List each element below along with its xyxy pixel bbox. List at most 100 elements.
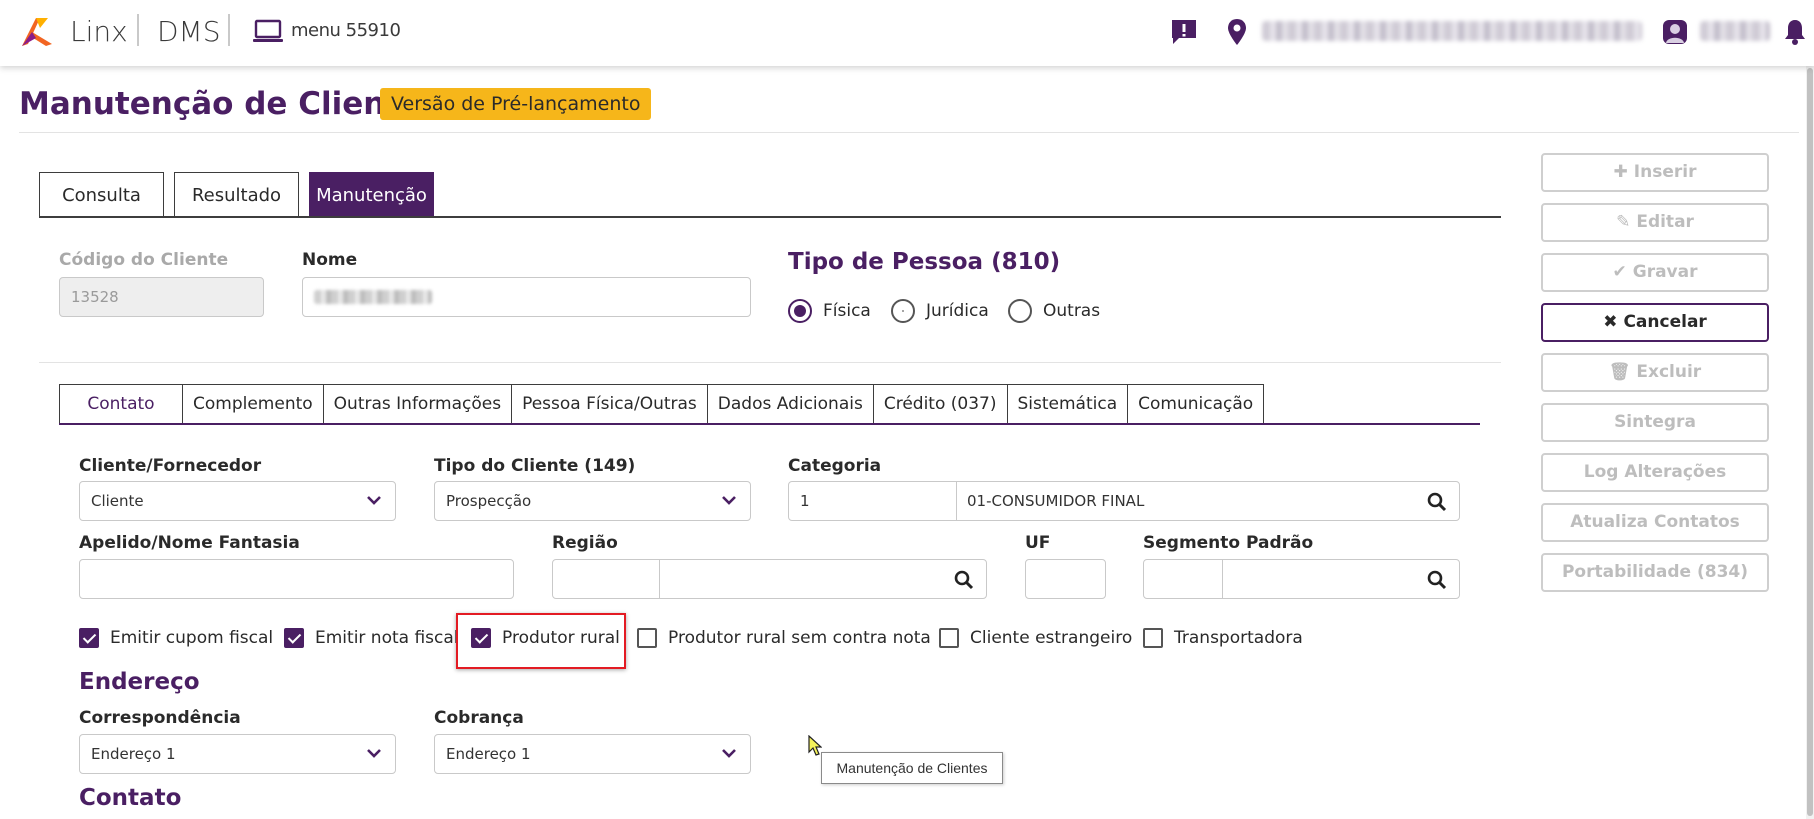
laptop-icon[interactable] (252, 19, 284, 45)
product-name: DMS (157, 15, 221, 48)
regiao-field[interactable] (552, 559, 987, 599)
top-bar: Linx DMS menu 55910 (0, 0, 1814, 66)
checkbox-emitir-nota[interactable]: Emitir nota fiscal (284, 626, 459, 650)
button-label: Excluir (1636, 362, 1702, 382)
nome-field[interactable] (302, 277, 751, 317)
radio-label: Jurídica (926, 301, 989, 321)
tab-credito[interactable]: Crédito (037) (873, 384, 1008, 424)
checkbox[interactable] (939, 628, 959, 648)
checkbox[interactable] (637, 628, 657, 648)
portabilidade-button[interactable]: Portabilidade (834) (1541, 553, 1769, 592)
categoria-field[interactable]: 1 01-CONSUMIDOR FINAL (788, 481, 1460, 521)
button-label: Inserir (1633, 162, 1697, 182)
segmento-label: Segmento Padrão (1143, 533, 1314, 553)
log-alteracoes-button[interactable]: Log Alterações (1541, 453, 1769, 492)
radio-juridica[interactable]: Jurídica (891, 298, 989, 324)
scrollbar-thumb[interactable] (1807, 68, 1813, 816)
radio-button[interactable] (1008, 299, 1032, 323)
linx-logo-icon[interactable] (18, 14, 54, 50)
uf-field[interactable] (1025, 559, 1106, 599)
categoria-desc: 01-CONSUMIDOR FINAL (967, 492, 1145, 510)
select-value: Cliente (91, 492, 144, 510)
prerelease-badge: Versão de Pré-lançamento (380, 88, 652, 120)
check-icon: ✔ (1612, 262, 1627, 282)
edit-icon: ✎ (1616, 212, 1631, 232)
categoria-code[interactable]: 1 (800, 482, 810, 520)
location-pin-icon[interactable] (1222, 17, 1252, 47)
segmento-field[interactable] (1143, 559, 1460, 599)
checkbox-label: Emitir cupom fiscal (110, 628, 274, 648)
checkbox-label: Cliente estrangeiro (970, 628, 1133, 648)
codigo-cliente-label: Código do Cliente (59, 250, 229, 270)
tab-contato[interactable]: Contato (59, 384, 183, 424)
divider (228, 14, 230, 46)
tab-pessoa-fisica-outras[interactable]: Pessoa Física/Outras (512, 384, 708, 424)
checkbox-label: Emitir nota fiscal (315, 628, 459, 648)
checkbox-emitir-cupom[interactable]: Emitir cupom fiscal (79, 626, 273, 650)
menu-id-label[interactable]: menu 55910 (291, 20, 401, 41)
button-label: Editar (1636, 212, 1694, 232)
nome-label: Nome (302, 250, 358, 270)
tab-consulta[interactable]: Consulta (39, 172, 164, 217)
chevron-down-icon (367, 749, 381, 758)
radio-label: Física (823, 301, 871, 321)
cobranca-label: Cobrança (434, 708, 524, 728)
contato-section-title: Contato (79, 785, 182, 811)
checkbox-label: Transportadora (1174, 628, 1303, 648)
tipo-cliente-select[interactable]: Prospecção (434, 481, 751, 521)
location-text-blurred (1262, 21, 1642, 41)
mouse-cursor-icon (808, 735, 822, 756)
inserir-button[interactable]: ✚ Inserir (1541, 153, 1769, 192)
categoria-label: Categoria (788, 456, 882, 476)
tab-resultado[interactable]: Resultado (174, 172, 299, 217)
button-label: Gravar (1632, 262, 1698, 282)
divider (39, 362, 1501, 363)
apelido-field[interactable] (79, 559, 514, 599)
excluir-button[interactable]: 🗑 Excluir (1541, 353, 1769, 392)
apelido-label: Apelido/Nome Fantasia (79, 533, 300, 553)
editar-button[interactable]: ✎ Editar (1541, 203, 1769, 242)
checkbox-transportadora[interactable]: Transportadora (1143, 626, 1303, 650)
scrollbar[interactable] (1806, 66, 1814, 819)
checkbox-cliente-estrangeiro[interactable]: Cliente estrangeiro (939, 626, 1132, 650)
tab-comunicacao[interactable]: Comunicação (1128, 384, 1265, 424)
checkbox[interactable] (284, 628, 304, 648)
chevron-down-icon (722, 496, 736, 505)
search-icon[interactable] (1427, 570, 1447, 590)
cliente-fornecedor-select[interactable]: Cliente (79, 481, 396, 521)
uf-label: UF (1025, 533, 1051, 553)
tab-dados-adicionais[interactable]: Dados Adicionais (707, 384, 874, 424)
atualiza-contatos-button[interactable]: Atualiza Contatos (1541, 503, 1769, 542)
select-value: Prospecção (446, 492, 532, 510)
tab-sistematica[interactable]: Sistemática (1007, 384, 1129, 424)
checkbox-produtor-rural-sem-contra-nota[interactable]: Produtor rural sem contra nota (637, 626, 931, 650)
search-icon[interactable] (1427, 492, 1447, 512)
page-title: Manutenção de Clientes (19, 86, 440, 122)
radio-button[interactable] (891, 299, 915, 323)
tab-manutencao[interactable]: Manutenção (309, 172, 434, 217)
bell-icon[interactable] (1780, 17, 1810, 47)
user-avatar-icon[interactable] (1660, 17, 1690, 47)
sintegra-button[interactable]: Sintegra (1541, 403, 1769, 442)
nome-value-blurred (314, 290, 432, 304)
checkbox[interactable] (79, 628, 99, 648)
chevron-down-icon (367, 496, 381, 505)
radio-button[interactable] (788, 299, 812, 323)
gravar-button[interactable]: ✔ Gravar (1541, 253, 1769, 292)
divider (19, 132, 1799, 133)
checkbox[interactable] (1143, 628, 1163, 648)
tab-complemento[interactable]: Complemento (183, 384, 324, 424)
correspondencia-select[interactable]: Endereço 1 (79, 734, 396, 774)
tab-outras-informacoes[interactable]: Outras Informações (323, 384, 513, 424)
plus-icon: ✚ (1613, 162, 1628, 182)
cancelar-button[interactable]: ✖ Cancelar (1541, 303, 1769, 342)
radio-fisica[interactable]: Física (788, 298, 871, 324)
tipo-cliente-label: Tipo do Cliente (149) (434, 456, 636, 476)
message-alert-icon[interactable] (1169, 17, 1199, 47)
select-value: Endereço 1 (91, 745, 176, 763)
search-icon[interactable] (954, 570, 974, 590)
radio-outras[interactable]: Outras (1008, 298, 1100, 324)
cobranca-select[interactable]: Endereço 1 (434, 734, 751, 774)
sub-tab-bar: Contato Complemento Outras Informações P… (59, 384, 1265, 424)
endereco-title: Endereço (79, 669, 200, 695)
